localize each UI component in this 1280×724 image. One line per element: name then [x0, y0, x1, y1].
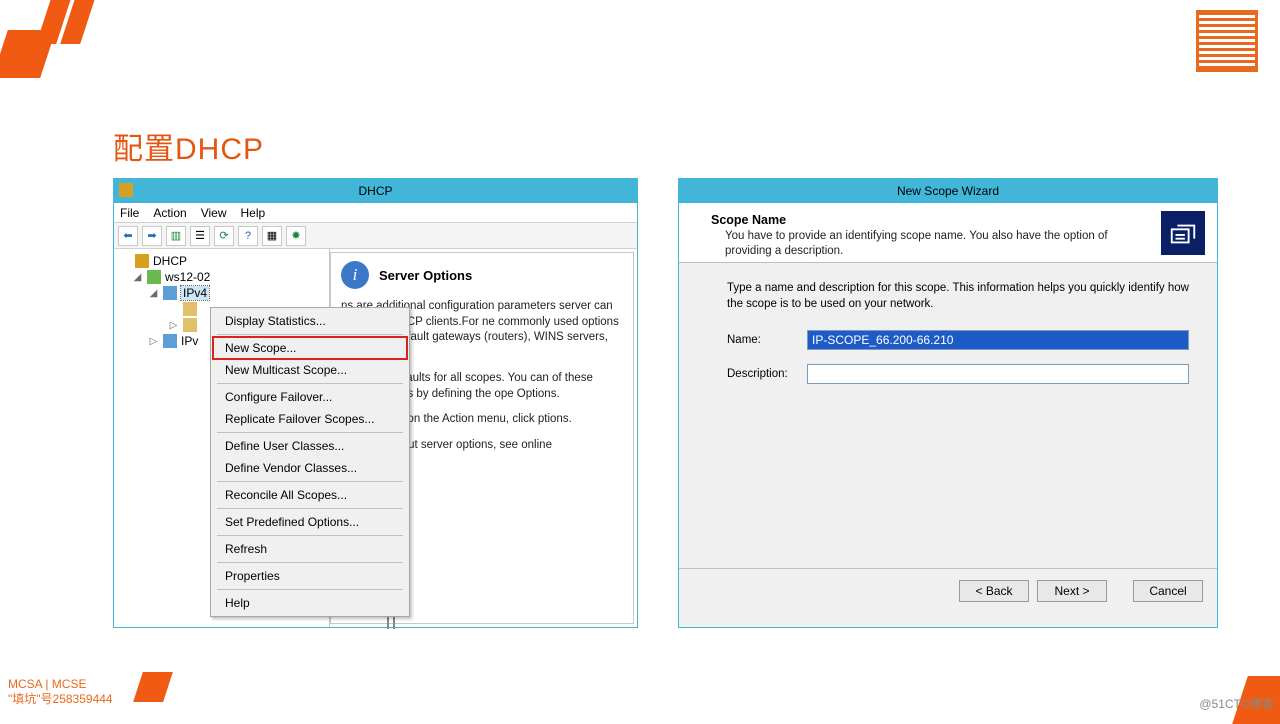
context-menu: Display Statistics... New Scope... New M…	[210, 307, 410, 617]
footer-left: MCSA | MCSE"填坑"号258359444	[8, 677, 113, 708]
wizard-icon	[1161, 211, 1205, 255]
window-titlebar[interactable]: DHCP	[114, 179, 637, 203]
menu-item-help[interactable]: Help	[213, 592, 407, 614]
wizard-header: Scope Name You have to provide an identi…	[679, 203, 1217, 263]
refresh-button[interactable]: ⟳	[214, 226, 234, 246]
name-label: Name:	[727, 334, 807, 346]
menu-item-user-classes[interactable]: Define User Classes...	[213, 435, 407, 457]
menu-item-conf-failover[interactable]: Configure Failover...	[213, 386, 407, 408]
menu-item-vendor-classes[interactable]: Define Vendor Classes...	[213, 457, 407, 479]
tree-node-dhcp[interactable]: DHCP	[116, 253, 327, 269]
wizard-titlebar[interactable]: New Scope Wizard	[679, 179, 1217, 203]
menu-item-properties[interactable]: Properties	[213, 565, 407, 587]
tree-node-ipv4[interactable]: ◢IPv4	[116, 285, 327, 301]
wizard-window: New Scope Wizard Scope Name You have to …	[678, 178, 1218, 628]
menu-separator	[217, 535, 403, 536]
cancel-button[interactable]: Cancel	[1133, 580, 1203, 602]
menu-bar: File Action View Help	[114, 203, 637, 223]
ipv4-icon	[163, 286, 177, 300]
menu-item-reconcile[interactable]: Reconcile All Scopes...	[213, 484, 407, 506]
menu-item-new-scope[interactable]: New Scope...	[213, 337, 407, 359]
forward-button[interactable]: ➡	[142, 226, 162, 246]
menu-item-display-stats[interactable]: Display Statistics...	[213, 310, 407, 332]
wizard-footer: < Back Next > Cancel	[679, 568, 1217, 612]
back-button[interactable]: ⬅	[118, 226, 138, 246]
list-button[interactable]: ☰	[190, 226, 210, 246]
wizard-header-title: Scope Name	[711, 213, 786, 227]
dhcp-icon	[135, 254, 149, 268]
ipv6-icon	[163, 334, 177, 348]
wizard-header-subtitle: You have to provide an identifying scope…	[711, 229, 1111, 259]
menu-action[interactable]: Action	[153, 206, 186, 220]
footer-right: @51CTO博客	[1199, 695, 1274, 712]
menu-separator	[217, 562, 403, 563]
wizard-title: New Scope Wizard	[897, 184, 999, 198]
decoration	[133, 672, 173, 702]
menu-separator	[217, 589, 403, 590]
menu-item-repl-failover[interactable]: Replicate Failover Scopes...	[213, 408, 407, 430]
menu-view[interactable]: View	[201, 206, 227, 220]
menu-help[interactable]: Help	[241, 206, 266, 220]
next-button[interactable]: Next >	[1037, 580, 1107, 602]
run-button[interactable]: ✸	[286, 226, 306, 246]
help-button[interactable]: ?	[238, 226, 258, 246]
info-icon: i	[341, 261, 369, 289]
server-icon	[147, 270, 161, 284]
menu-file[interactable]: File	[120, 206, 139, 220]
window-title: DHCP	[358, 184, 392, 198]
toolbar: ⬅ ➡ ▥ ☰ ⟳ ? ▦ ✸	[114, 223, 637, 249]
dhcp-app-icon	[119, 183, 133, 197]
content-heading: Server Options	[379, 268, 472, 283]
back-button[interactable]: < Back	[959, 580, 1029, 602]
menu-item-refresh[interactable]: Refresh	[213, 538, 407, 560]
menu-item-new-multicast[interactable]: New Multicast Scope...	[213, 359, 407, 381]
wizard-intro: Type a name and description for this sco…	[727, 281, 1189, 312]
folder-icon	[183, 318, 197, 332]
menu-separator	[217, 383, 403, 384]
name-input[interactable]	[807, 330, 1189, 350]
menu-separator	[217, 432, 403, 433]
menu-separator	[217, 334, 403, 335]
description-input[interactable]	[807, 364, 1189, 384]
menu-item-predefined[interactable]: Set Predefined Options...	[213, 511, 407, 533]
folder-icon	[183, 302, 197, 316]
view-button[interactable]: ▦	[262, 226, 282, 246]
wizard-body: Type a name and description for this sco…	[679, 263, 1217, 568]
description-label: Description:	[727, 368, 807, 380]
qr-code	[1196, 10, 1258, 72]
tree-node-server[interactable]: ◢ws12-02	[116, 269, 327, 285]
add-button[interactable]: ▥	[166, 226, 186, 246]
menu-separator	[217, 481, 403, 482]
slide-title: 配置DHCP	[113, 124, 264, 168]
menu-separator	[217, 508, 403, 509]
